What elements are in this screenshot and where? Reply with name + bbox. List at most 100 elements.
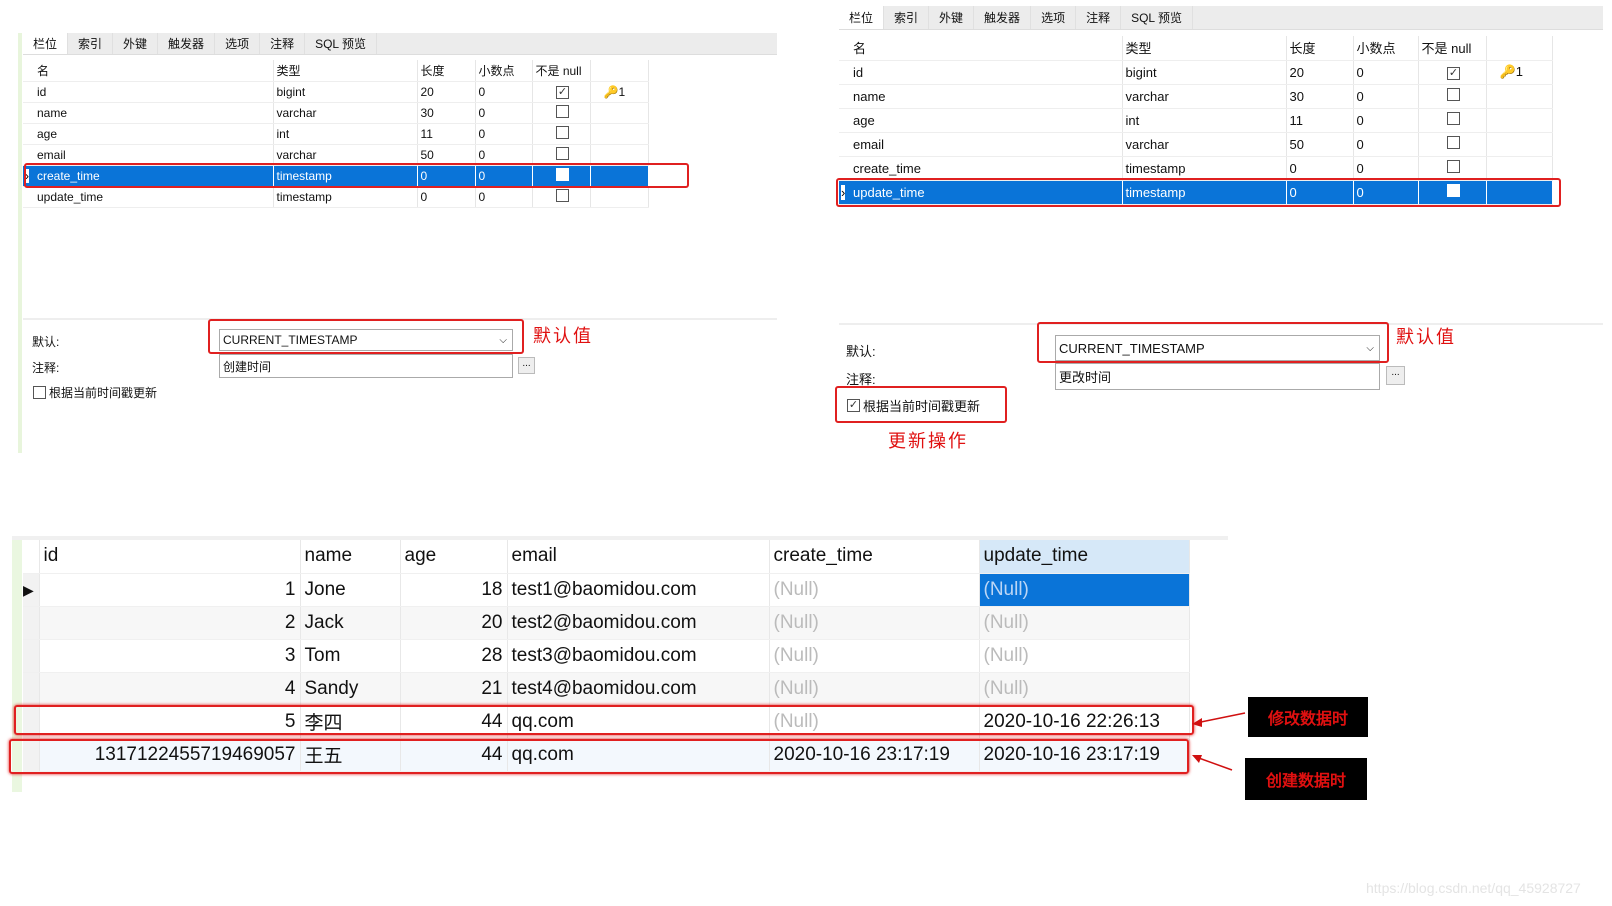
field-row[interactable]: email varchar 50 0 bbox=[23, 144, 649, 166]
field-name-cell[interactable]: update_time bbox=[23, 186, 274, 208]
field-type[interactable]: timestamp bbox=[1122, 156, 1287, 181]
results-column-header[interactable]: update_time bbox=[979, 540, 1190, 574]
tab-0[interactable]: 栏位 bbox=[839, 6, 885, 29]
checkbox-icon[interactable] bbox=[1447, 136, 1460, 149]
results-row[interactable]: 3 Tom 28 test3@baomidou.com (Null) (Null) bbox=[23, 639, 1190, 673]
results-cell-update_time[interactable]: (Null) bbox=[979, 639, 1190, 673]
tab-2[interactable]: 外键 bbox=[113, 33, 159, 54]
field-type[interactable]: bigint bbox=[273, 81, 418, 103]
results-row[interactable]: ▶ 1 Jone 18 test1@baomidou.com (Null) (Null) bbox=[23, 573, 1190, 607]
tab-2[interactable]: 外键 bbox=[929, 6, 975, 29]
field-name-cell[interactable]: email bbox=[23, 144, 274, 166]
field-type[interactable]: varchar bbox=[273, 102, 418, 124]
results-cell-age[interactable]: 18 bbox=[400, 573, 508, 607]
not-null-cell[interactable] bbox=[532, 144, 591, 166]
field-row[interactable]: name varchar 30 0 bbox=[839, 84, 1553, 109]
row-header[interactable]: ▶ bbox=[23, 573, 40, 607]
right-comment-more-button[interactable]: ... bbox=[1386, 366, 1405, 385]
results-cell-name[interactable]: Tom bbox=[300, 639, 401, 673]
results-cell-update_time[interactable]: (Null) bbox=[979, 672, 1190, 706]
field-name-cell[interactable]: name bbox=[839, 84, 1123, 109]
field-decimal[interactable]: 0 bbox=[475, 186, 533, 208]
tab-5[interactable]: 注释 bbox=[1076, 6, 1122, 29]
tab-4[interactable]: 选项 bbox=[1031, 6, 1077, 29]
not-null-cell[interactable] bbox=[532, 123, 591, 145]
field-row[interactable]: age int 11 0 bbox=[839, 108, 1553, 133]
results-column-header[interactable]: name bbox=[300, 540, 401, 574]
field-decimal[interactable]: 0 bbox=[475, 102, 533, 124]
checkbox-checked-icon[interactable]: ✓ bbox=[556, 86, 569, 99]
field-row[interactable]: create_time timestamp 0 0 bbox=[839, 156, 1553, 181]
field-decimal[interactable]: 0 bbox=[475, 123, 533, 145]
field-length[interactable]: 11 bbox=[417, 123, 476, 145]
field-decimal[interactable]: 0 bbox=[1353, 132, 1419, 157]
results-cell-id[interactable]: 2 bbox=[39, 606, 301, 640]
tab-6[interactable]: SQL 预览 bbox=[305, 33, 377, 54]
field-row[interactable]: id bigint 20 0 ✓ 🔑1 bbox=[23, 81, 649, 103]
field-length[interactable]: 50 bbox=[1286, 132, 1354, 157]
results-cell-create_time[interactable]: (Null) bbox=[769, 573, 980, 607]
field-type[interactable]: varchar bbox=[1122, 84, 1287, 109]
tab-6[interactable]: SQL 预览 bbox=[1121, 6, 1193, 29]
results-cell-name[interactable]: Jone bbox=[300, 573, 401, 607]
results-column-header[interactable]: email bbox=[507, 540, 770, 574]
field-name-cell[interactable]: create_time bbox=[839, 156, 1123, 181]
results-cell-update_time[interactable]: (Null) bbox=[979, 573, 1190, 607]
checkbox-icon[interactable] bbox=[556, 188, 569, 202]
results-cell-age[interactable]: 20 bbox=[400, 606, 508, 640]
field-row[interactable]: age int 11 0 bbox=[23, 123, 649, 145]
results-cell-email[interactable]: test2@baomidou.com bbox=[507, 606, 770, 640]
tab-0[interactable]: 栏位 bbox=[23, 33, 69, 54]
results-column-header[interactable]: age bbox=[400, 540, 508, 574]
results-cell-id[interactable]: 4 bbox=[39, 672, 301, 706]
field-decimal[interactable]: 0 bbox=[1353, 84, 1419, 109]
field-type[interactable]: int bbox=[273, 123, 418, 145]
field-row[interactable]: update_time timestamp 0 0 bbox=[23, 186, 649, 208]
field-decimal[interactable]: 0 bbox=[1353, 156, 1419, 181]
results-cell-create_time[interactable]: (Null) bbox=[769, 606, 980, 640]
not-null-cell[interactable] bbox=[1418, 108, 1487, 133]
results-cell-create_time[interactable]: (Null) bbox=[769, 639, 980, 673]
results-cell-email[interactable]: test1@baomidou.com bbox=[507, 573, 770, 607]
results-column-header[interactable]: id bbox=[39, 540, 301, 574]
field-name-cell[interactable]: id bbox=[839, 60, 1123, 85]
not-null-cell[interactable] bbox=[532, 102, 591, 124]
field-decimal[interactable]: 0 bbox=[475, 81, 533, 103]
left-on-update-checkbox[interactable]: 根据当前时间戳更新 bbox=[33, 384, 157, 401]
tab-1[interactable]: 索引 bbox=[884, 6, 930, 29]
field-decimal[interactable]: 0 bbox=[1353, 60, 1419, 85]
results-cell-age[interactable]: 21 bbox=[400, 672, 508, 706]
field-length[interactable]: 20 bbox=[1286, 60, 1354, 85]
tab-4[interactable]: 选项 bbox=[215, 33, 261, 54]
results-row[interactable]: 4 Sandy 21 test4@baomidou.com (Null) (Null) bbox=[23, 672, 1190, 706]
results-cell-email[interactable]: test4@baomidou.com bbox=[507, 672, 770, 706]
tab-5[interactable]: 注释 bbox=[260, 33, 306, 54]
field-length[interactable]: 30 bbox=[417, 102, 476, 124]
field-row[interactable]: name varchar 30 0 bbox=[23, 102, 649, 124]
field-type[interactable]: varchar bbox=[273, 144, 418, 166]
results-cell-age[interactable]: 28 bbox=[400, 639, 508, 673]
not-null-cell[interactable] bbox=[1418, 156, 1487, 181]
tab-3[interactable]: 触发器 bbox=[974, 6, 1032, 29]
tab-3[interactable]: 触发器 bbox=[158, 33, 216, 54]
right-comment-input[interactable]: 更改时间 bbox=[1055, 363, 1380, 390]
not-null-cell[interactable] bbox=[1418, 84, 1487, 109]
field-type[interactable]: timestamp bbox=[273, 186, 418, 208]
field-decimal[interactable]: 0 bbox=[1353, 108, 1419, 133]
field-length[interactable]: 30 bbox=[1286, 84, 1354, 109]
results-row[interactable]: 2 Jack 20 test2@baomidou.com (Null) (Null) bbox=[23, 606, 1190, 640]
field-type[interactable]: varchar bbox=[1122, 132, 1287, 157]
checkbox-icon[interactable] bbox=[1447, 88, 1460, 101]
field-length[interactable]: 20 bbox=[417, 81, 476, 103]
not-null-cell[interactable]: ✓ bbox=[1418, 60, 1487, 85]
checkbox-checked-icon[interactable]: ✓ bbox=[1447, 67, 1460, 80]
checkbox-icon[interactable] bbox=[1447, 112, 1460, 125]
field-length[interactable]: 50 bbox=[417, 144, 476, 166]
results-cell-id[interactable]: 3 bbox=[39, 639, 301, 673]
checkbox-icon[interactable] bbox=[556, 125, 569, 139]
field-name-cell[interactable]: age bbox=[23, 123, 274, 145]
field-row[interactable]: id bigint 20 0 ✓ 🔑1 bbox=[839, 60, 1553, 85]
results-cell-name[interactable]: Jack bbox=[300, 606, 401, 640]
field-name-cell[interactable]: email bbox=[839, 132, 1123, 157]
results-column-header[interactable]: create_time bbox=[769, 540, 980, 574]
